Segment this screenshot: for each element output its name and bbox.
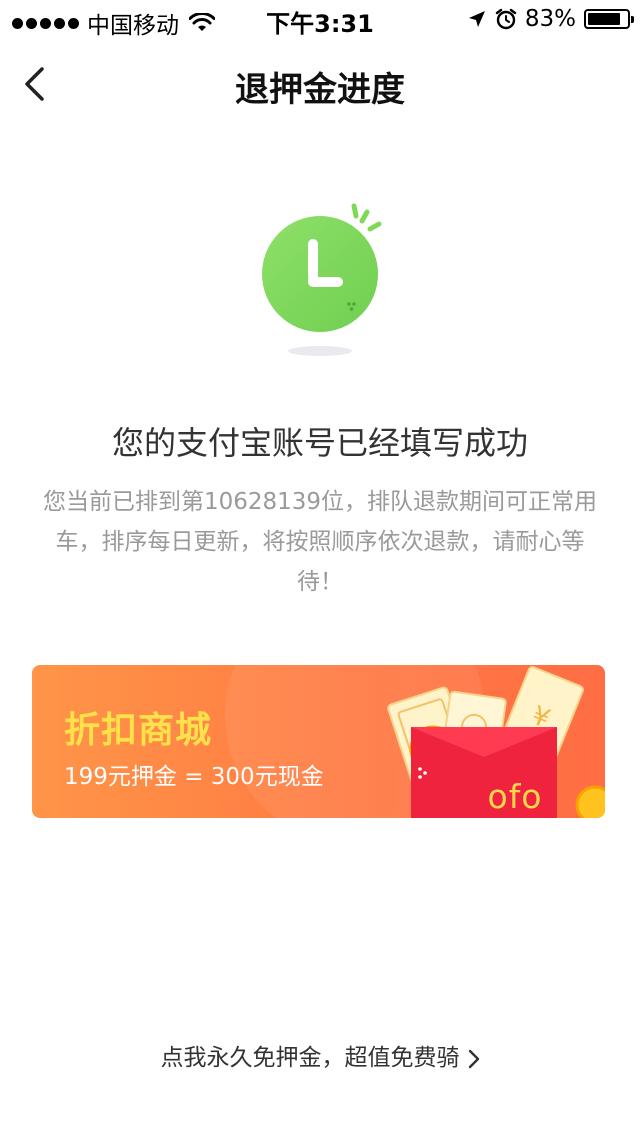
clock-icon xyxy=(262,203,382,332)
clock-shadow xyxy=(288,346,352,356)
status-right: 83% xyxy=(467,6,634,32)
banner-title: 折扣商城 xyxy=(64,710,213,751)
battery-fill xyxy=(588,13,620,25)
banner-subtitle: 199元押金 = 300元现金 xyxy=(64,764,324,790)
queue-description: 您当前已排到第10628139位，排队退款期间可正常用车，排序每日更新，将按照顺… xyxy=(42,489,598,595)
alarm-clock-icon xyxy=(495,8,517,30)
battery-icon xyxy=(584,9,634,29)
battery-percent: 83% xyxy=(524,6,576,32)
free-deposit-link-text: 点我永久免押金，超值免费骑 xyxy=(160,1045,460,1071)
nav-bar: 退押金进度 xyxy=(0,40,640,128)
chevron-right-icon xyxy=(468,1049,479,1068)
success-message: 您的支付宝账号已经填写成功 xyxy=(111,424,528,462)
free-deposit-link[interactable]: 点我永久免押金，超值免费骑 xyxy=(0,1038,640,1072)
location-arrow-icon xyxy=(468,11,485,27)
discount-mall-banner[interactable]: 折扣商城 199元押金 = 300元现金 ¥ ofo xyxy=(32,665,605,818)
status-bar: 中国移动 下午3:31 83% xyxy=(0,0,640,40)
envelope-label: ofo xyxy=(487,777,543,816)
clock-illustration xyxy=(250,198,400,363)
page-title: 退押金进度 xyxy=(235,70,405,110)
